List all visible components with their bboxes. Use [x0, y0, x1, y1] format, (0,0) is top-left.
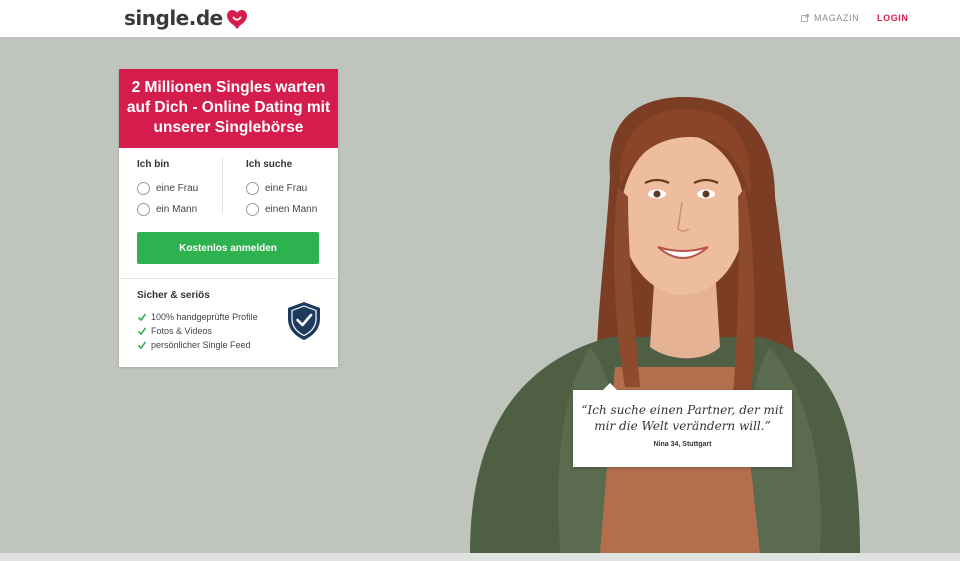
logo-text: single.de — [124, 6, 223, 30]
nav-login-link[interactable]: LOGIN — [877, 13, 909, 23]
shield-check-icon — [288, 302, 320, 340]
external-link-icon — [801, 14, 809, 22]
radio-button[interactable] — [246, 203, 259, 216]
option-label: eine Frau — [265, 183, 308, 194]
ich-bin-mann-option[interactable]: ein Mann — [137, 199, 198, 220]
card-headline: 2 Millionen Singles warten auf Dich - On… — [119, 69, 338, 148]
ich-suche-frau-option[interactable]: eine Frau — [246, 178, 317, 199]
radio-button[interactable] — [137, 203, 150, 216]
kostenlos-anmelden-button[interactable]: Kostenlos anmelden — [137, 232, 319, 264]
page-bottom-strip — [0, 553, 960, 561]
ich-bin-frau-option[interactable]: eine Frau — [137, 178, 198, 199]
ich-bin-group: Ich bin eine Frau ein Mann — [137, 159, 198, 220]
testimonial-quote: “Ich suche einen Partner, der mit mir di… — [573, 383, 792, 467]
radio-button[interactable] — [246, 182, 259, 195]
column-divider — [222, 158, 223, 214]
ich-bin-title: Ich bin — [137, 159, 170, 170]
option-label: ein Mann — [156, 204, 198, 215]
ich-suche-title: Ich suche — [246, 159, 293, 170]
trust-item-label: Fotos & Videos — [151, 326, 212, 336]
quote-text: “Ich suche einen Partner, der mit mir di… — [581, 403, 784, 433]
checkmark-icon — [137, 313, 147, 322]
trust-item-label: 100% handgeprüfte Profile — [151, 312, 258, 322]
radio-button[interactable] — [137, 182, 150, 195]
trust-title: Sicher & seriös — [137, 290, 210, 301]
nav-magazin-link[interactable]: MAGAZIN — [801, 13, 859, 23]
option-label: eine Frau — [156, 183, 199, 194]
logo[interactable]: single.de — [124, 5, 249, 31]
checkmark-icon — [137, 327, 147, 336]
woman-portrait-image — [470, 97, 860, 553]
ich-suche-group: Ich suche eine Frau einen Mann — [246, 159, 317, 220]
ich-suche-mann-option[interactable]: einen Mann — [246, 199, 317, 220]
heart-logo-icon — [226, 10, 247, 29]
site-header: single.de MAGAZIN LOGIN — [0, 0, 960, 37]
quote-author: Nina 34, Stuttgart — [653, 441, 712, 448]
quote-tail — [603, 383, 617, 390]
checkmark-icon — [137, 341, 147, 350]
nav-magazin-label: MAGAZIN — [814, 13, 860, 23]
hero-section: 2 Millionen Singles warten auf Dich - On… — [0, 37, 960, 553]
trust-section: Sicher & seriös 100% handgeprüfte Profil… — [119, 279, 338, 352]
gender-selection: Ich bin eine Frau ein Mann Ich suche ein… — [119, 148, 338, 278]
option-label: einen Mann — [265, 204, 318, 215]
trust-item-label: persönlicher Single Feed — [151, 340, 251, 350]
registration-card: 2 Millionen Singles warten auf Dich - On… — [119, 69, 338, 367]
